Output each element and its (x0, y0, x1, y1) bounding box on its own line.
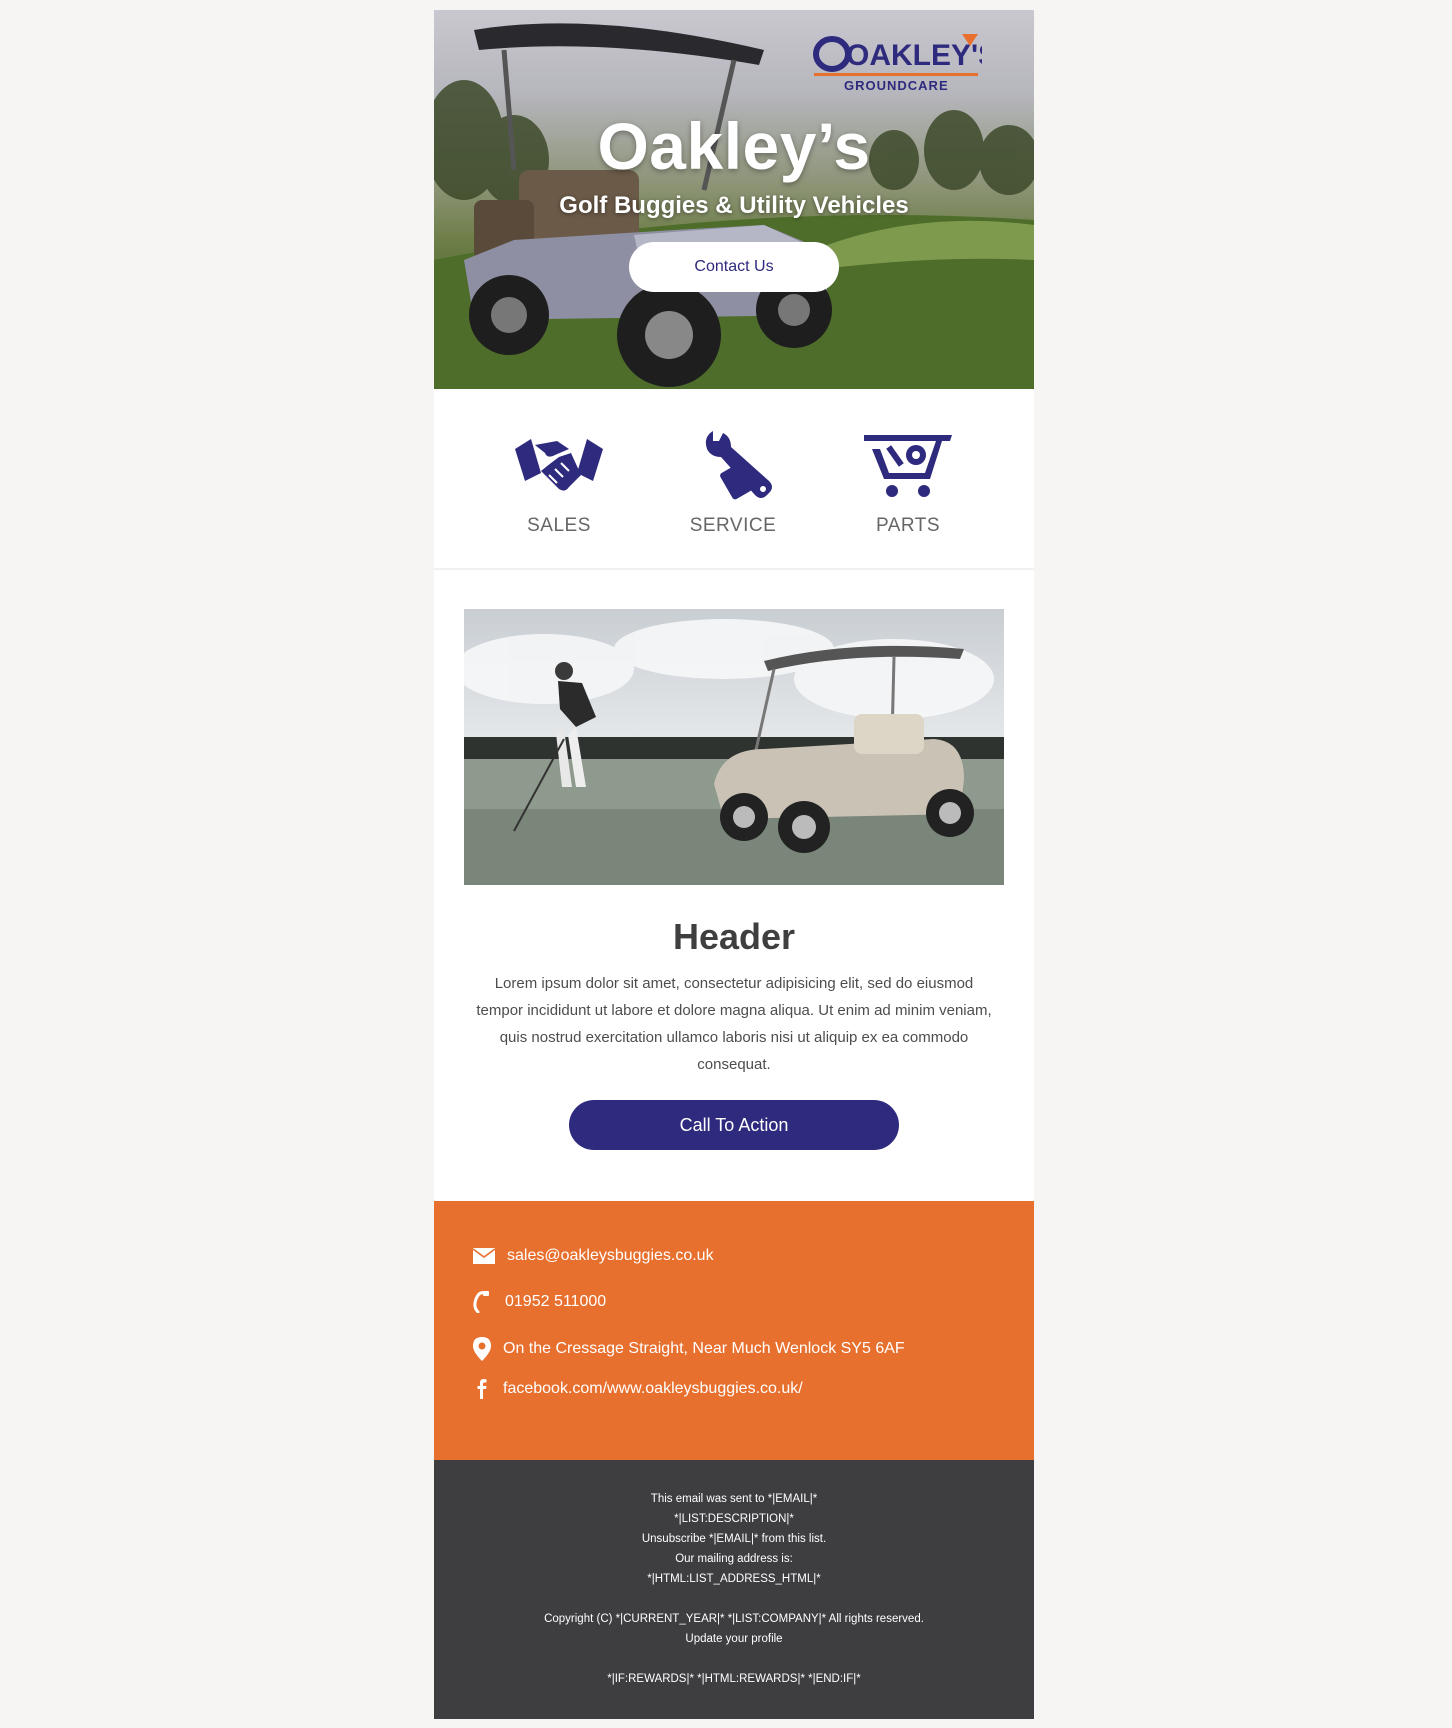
service-sales[interactable]: SALES (484, 427, 634, 537)
footer-list-description: *|LIST:DESCRIPTION|* (674, 1513, 794, 1525)
contact-address: On the Cressage Straight, Near Much Wenl… (473, 1337, 905, 1361)
oakleys-logo: OAKLEY'S GROUNDCARE (813, 34, 982, 93)
golfer-with-buggy-photo (464, 609, 1004, 885)
footer-unsubscribe-link[interactable]: Unsubscribe *|EMAIL|* from this list. (434, 1529, 1034, 1549)
service-parts[interactable]: PARTS (833, 427, 983, 537)
contact-facebook: facebook.com/www.oakleysbuggies.co.uk/ (473, 1379, 803, 1399)
footer-sent-to: This email was sent to *|EMAIL|* (650, 1493, 818, 1505)
phone-icon (473, 1291, 489, 1313)
footer-copyright: Copyright (C) *|CURRENT_YEAR|* *|LIST:CO… (544, 1613, 924, 1625)
service-parts-label: PARTS (875, 515, 941, 536)
contact-phone: 01952 511000 (473, 1291, 606, 1313)
footer-rewards: *|IF:REWARDS|* *|HTML:REWARDS|* *|END:IF… (607, 1673, 861, 1685)
hero-banner: OAKLEY'S GROUNDCARE Oakley’s Golf Buggie… (434, 10, 1034, 389)
service-service-label: SERVICE (689, 515, 777, 536)
service-service[interactable]: SERVICE (658, 427, 808, 537)
call-to-action-button[interactable]: Call To Action (569, 1100, 899, 1150)
svg-text:GROUNDCARE: GROUNDCARE (844, 78, 949, 93)
email-footer: This email was sent to *|EMAIL|* *|LIST:… (434, 1460, 1034, 1719)
footer-mailing-address: *|HTML:LIST_ADDRESS_HTML|* (647, 1573, 821, 1585)
phone-link[interactable]: 01952 511000 (505, 1293, 606, 1311)
contact-email: sales@oakleysbuggies.co.uk (473, 1247, 714, 1265)
article-section: Header Lorem ipsum dolor sit amet, conse… (434, 570, 1034, 1201)
wrench-icon (705, 431, 772, 500)
address-text: On the Cressage Straight, Near Much Wenl… (503, 1340, 905, 1357)
hero-title: Oakley’s (597, 109, 871, 183)
hero-subtitle: Golf Buggies & Utility Vehicles (559, 192, 909, 219)
article-title: Header (672, 916, 796, 957)
envelope-icon (473, 1248, 495, 1264)
services-row: SALES SERVICE PARTS (434, 389, 1034, 570)
facebook-icon (477, 1379, 487, 1399)
cart-icon (864, 435, 952, 497)
article-body: Lorem ipsum dolor sit amet, consectetur … (476, 975, 992, 1073)
facebook-link[interactable]: facebook.com/www.oakleysbuggies.co.uk/ (503, 1380, 803, 1398)
footer-update-profile-link[interactable]: Update your profile (434, 1629, 1034, 1649)
handshake-icon (515, 439, 603, 491)
map-pin-icon (473, 1337, 491, 1361)
contact-us-button[interactable]: Contact Us (629, 242, 839, 292)
email-container: OAKLEY'S GROUNDCARE Oakley’s Golf Buggie… (434, 10, 1034, 1719)
email-link[interactable]: sales@oakleysbuggies.co.uk (507, 1247, 714, 1265)
svg-text:OAKLEY'S: OAKLEY'S (846, 39, 982, 72)
service-sales-label: SALES (527, 515, 591, 536)
footer-mailing-label: Our mailing address is: (675, 1553, 793, 1565)
contact-section: sales@oakleysbuggies.co.uk 01952 511000 … (434, 1201, 1034, 1460)
